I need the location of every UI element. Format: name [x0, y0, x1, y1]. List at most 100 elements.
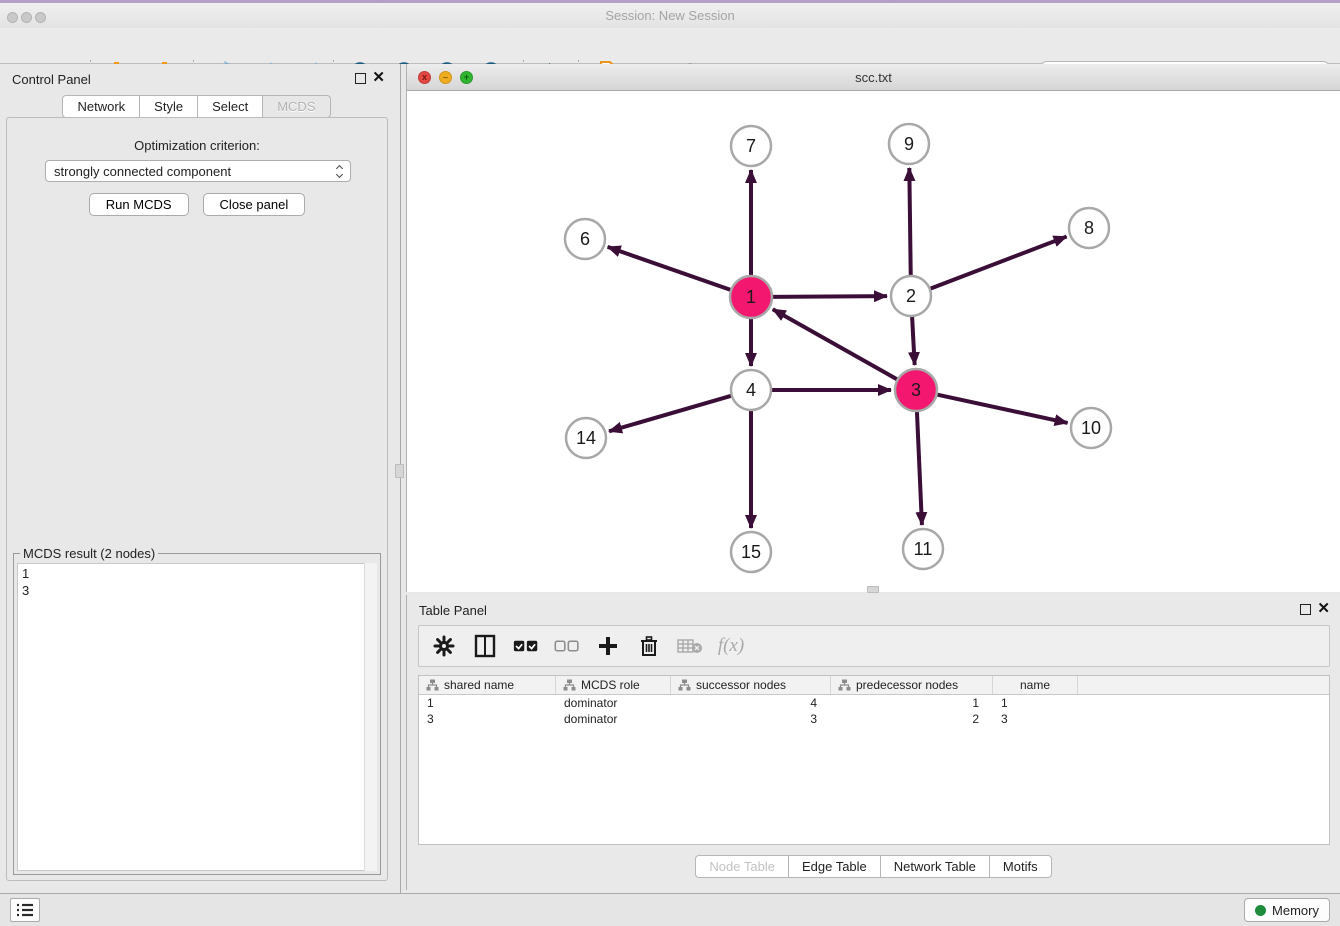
close-panel-button[interactable]: Close panel [203, 193, 306, 216]
delete-column-icon[interactable] [636, 633, 662, 659]
tab-mcds[interactable]: MCDS [262, 95, 330, 118]
edge-2-3[interactable] [912, 314, 915, 365]
mcds-panel-body: Optimization criterion: strongly connect… [6, 117, 388, 881]
optimization-criterion-select[interactable]: strongly connected component [45, 160, 351, 182]
cell-mcds-role[interactable]: dominator [556, 695, 671, 711]
column-header-mcds-role[interactable]: MCDS role [556, 676, 671, 694]
select-all-columns-icon[interactable] [513, 633, 539, 659]
edge-3-10[interactable] [935, 394, 1068, 423]
edge-3-1[interactable] [773, 309, 900, 380]
tab-edge-table[interactable]: Edge Table [788, 855, 880, 878]
node-label: 14 [576, 428, 596, 448]
node-14[interactable]: 14 [566, 418, 606, 458]
dropdown-value: strongly connected component [54, 164, 231, 179]
column-layout-icon[interactable] [472, 633, 498, 659]
cell-name[interactable]: 1 [993, 695, 1078, 711]
close-table-panel-icon[interactable]: ✕ [1317, 599, 1330, 617]
cell-filler [1078, 711, 1329, 727]
node-15[interactable]: 15 [731, 532, 771, 572]
tab-network[interactable]: Network [62, 95, 139, 118]
column-label: shared name [444, 678, 514, 692]
network-canvas[interactable]: 7 9 6 8 1 2 4 3 14 10 15 11 [407, 91, 1340, 592]
table-row[interactable]: 1 dominator 4 1 1 [419, 695, 1329, 711]
cell-shared-name[interactable]: 1 [419, 695, 556, 711]
node-9[interactable]: 9 [889, 124, 929, 164]
tab-network-table[interactable]: Network Table [880, 855, 989, 878]
edge-4-14[interactable] [609, 395, 734, 431]
cell-predecessor-nodes[interactable]: 2 [831, 711, 993, 727]
vertical-splitter[interactable] [393, 64, 406, 893]
table-row[interactable]: 3 dominator 3 2 3 [419, 711, 1329, 727]
column-header-shared-name[interactable]: shared name [419, 676, 556, 694]
node-table[interactable]: shared name MCDS role successor nodes pr… [418, 675, 1330, 845]
node-6[interactable]: 6 [565, 219, 605, 259]
unselect-all-columns-icon[interactable] [554, 633, 580, 659]
node-2[interactable]: 2 [891, 276, 931, 316]
memory-button[interactable]: Memory [1244, 898, 1330, 922]
mcds-result-title: MCDS result (2 nodes) [20, 546, 158, 561]
tab-style[interactable]: Style [139, 95, 197, 118]
column-header-name[interactable]: name [993, 676, 1078, 694]
splitter-grip[interactable] [395, 464, 404, 478]
hierarchy-icon [563, 679, 576, 691]
cell-mcds-role[interactable]: dominator [556, 711, 671, 727]
cell-successor-nodes[interactable]: 4 [671, 695, 831, 711]
canvas-splitter-grip[interactable] [867, 586, 879, 593]
app-title: Session: New Session [0, 8, 1340, 23]
cell-successor-nodes[interactable]: 3 [671, 711, 831, 727]
tab-motifs[interactable]: Motifs [989, 855, 1052, 878]
edge-2-9[interactable] [909, 168, 910, 278]
splitter-line [400, 64, 401, 893]
task-history-button[interactable] [10, 898, 40, 922]
add-column-icon[interactable] [595, 633, 621, 659]
edge-1-6[interactable] [608, 247, 733, 291]
main-toolbar [0, 28, 1340, 64]
tab-select[interactable]: Select [197, 95, 262, 118]
column-header-filler [1078, 676, 1329, 694]
tab-node-table[interactable]: Node Table [695, 855, 788, 878]
node-4[interactable]: 4 [731, 370, 771, 410]
control-panel-title: Control Panel [12, 72, 91, 87]
network-window-titlebar[interactable]: x – + scc.txt [407, 64, 1340, 91]
cell-filler [1078, 695, 1329, 711]
delete-table-icon [677, 633, 703, 659]
node-1[interactable]: 1 [730, 276, 772, 318]
node-label: 10 [1081, 418, 1101, 438]
node-label: 9 [904, 134, 914, 154]
column-label: predecessor nodes [856, 678, 958, 692]
edge-3-11[interactable] [917, 409, 922, 525]
node-8[interactable]: 8 [1069, 208, 1109, 248]
settings-gear-icon[interactable] [431, 633, 457, 659]
node-label: 15 [741, 542, 761, 562]
cell-predecessor-nodes[interactable]: 1 [831, 695, 993, 711]
column-header-successor-nodes[interactable]: successor nodes [671, 676, 831, 694]
control-panel: Control Panel ✕ Network Style Select MCD… [0, 64, 393, 893]
mcds-result-text[interactable]: 1 3 [17, 563, 377, 871]
memory-label: Memory [1272, 903, 1319, 918]
mcds-result-group: MCDS result (2 nodes) 1 3 [13, 546, 381, 875]
control-panel-tabs: Network Style Select MCDS [0, 95, 393, 118]
node-3[interactable]: 3 [895, 369, 937, 411]
cell-shared-name[interactable]: 3 [419, 711, 556, 727]
column-label: successor nodes [696, 678, 786, 692]
cell-name[interactable]: 3 [993, 711, 1078, 727]
column-header-predecessor-nodes[interactable]: predecessor nodes [831, 676, 993, 694]
node-10[interactable]: 10 [1071, 408, 1111, 448]
result-scrollbar[interactable] [364, 563, 377, 871]
table-toolbar: f(x) [418, 625, 1330, 667]
status-bar: Memory [0, 893, 1340, 926]
float-table-panel-icon[interactable] [1300, 604, 1311, 615]
run-mcds-button[interactable]: Run MCDS [89, 193, 189, 216]
node-label: 6 [580, 229, 590, 249]
node-7[interactable]: 7 [731, 126, 771, 166]
close-panel-icon[interactable]: ✕ [372, 68, 385, 86]
edge-1-2[interactable] [770, 296, 887, 297]
network-graph[interactable]: 7 9 6 8 1 2 4 3 14 10 15 11 [407, 91, 1340, 592]
network-view-window: x – + scc.txt 7 9 6 8 1 2 4 3 14 10 15 11 [406, 64, 1340, 592]
node-11[interactable]: 11 [903, 529, 943, 569]
column-label: MCDS role [581, 678, 640, 692]
edge-2-8[interactable] [928, 237, 1067, 290]
float-panel-icon[interactable] [355, 73, 366, 84]
table-panel-title: Table Panel [419, 603, 487, 618]
hierarchy-icon [426, 679, 439, 691]
